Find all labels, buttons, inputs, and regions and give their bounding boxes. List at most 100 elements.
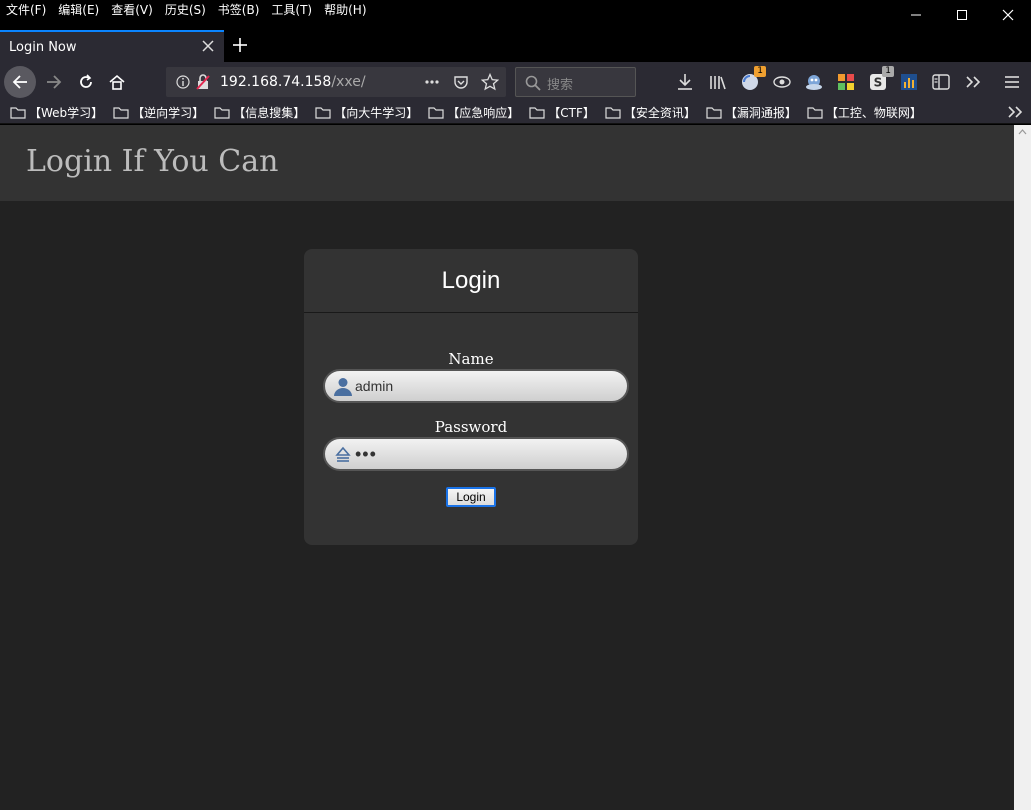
arrow-left-icon (12, 75, 27, 89)
login-title: Login (441, 266, 501, 294)
bookmarks-overflow-icon[interactable] (1007, 105, 1023, 119)
bookmark-folder[interactable]: 【应急响应】 (428, 104, 519, 121)
password-input[interactable]: ••• (323, 437, 629, 471)
close-icon (1002, 9, 1014, 21)
arrow-right-icon (47, 75, 62, 89)
bookmark-star-icon[interactable] (481, 73, 499, 91)
reload-icon (80, 74, 92, 88)
bookmark-folder[interactable]: 【Web学习】 (10, 104, 103, 121)
extension-eye-button[interactable] (770, 70, 794, 94)
maximize-button[interactable] (939, 0, 985, 30)
menu-tools[interactable]: 工具(T) (271, 3, 312, 17)
bookmark-label: 【应急响应】 (447, 106, 520, 120)
forward-button[interactable] (38, 66, 70, 98)
pocket-icon[interactable] (453, 74, 469, 90)
page-scrollbar[interactable] (1014, 125, 1031, 810)
search-placeholder: 搜索 (547, 78, 574, 93)
reload-button[interactable] (70, 66, 102, 98)
bookmark-folder[interactable]: 【工控、物联网】 (807, 104, 922, 121)
bookmark-label: 【Web学习】 (29, 106, 104, 120)
folder-icon (315, 107, 331, 119)
login-button[interactable]: Login (446, 487, 496, 507)
site-title: Login If You Can (26, 144, 279, 179)
library-button[interactable] (706, 70, 730, 94)
home-button[interactable] (101, 66, 133, 98)
menu-history[interactable]: 历史(S) (165, 3, 206, 17)
navigation-toolbar: 192.168.74.158/xxe/ 搜索 1 S 1 (0, 62, 1031, 102)
tab-title: Login Now (9, 39, 77, 55)
extension-puzzle-button[interactable] (834, 70, 858, 94)
bookmark-label: 【漏洞通报】 (724, 106, 797, 120)
menu-help[interactable]: 帮助(H) (324, 3, 366, 17)
extension-badge-one-button[interactable]: 1 (738, 66, 766, 94)
folder-icon (214, 107, 230, 119)
menu-file[interactable]: 文件(F) (6, 3, 46, 17)
scroll-up-icon[interactable] (1018, 129, 1027, 135)
bookmark-folder[interactable]: 【CTF】 (529, 104, 595, 121)
app-menu-button[interactable] (1000, 70, 1024, 94)
tab-close-icon[interactable] (200, 38, 216, 54)
menu-bar: 文件(F) 编辑(E) 查看(V) 历史(S) 书签(B) 工具(T) 帮助(H… (0, 0, 1031, 30)
menu-bookmarks[interactable]: 书签(B) (218, 3, 260, 17)
eject-lock-icon (335, 446, 351, 462)
page-actions-icon[interactable] (424, 79, 440, 85)
bookmark-label: 【CTF】 (548, 106, 595, 120)
folder-icon (10, 107, 26, 119)
svg-text:S: S (874, 76, 883, 90)
bar-chart-icon (901, 74, 917, 90)
folder-icon (807, 107, 823, 119)
back-button[interactable] (4, 66, 36, 98)
name-input[interactable]: admin (323, 369, 629, 403)
folder-icon (529, 107, 545, 119)
bookmark-label: 【逆向学习】 (132, 106, 205, 120)
bookmark-label: 【工控、物联网】 (825, 106, 922, 120)
downloads-button[interactable] (673, 70, 697, 94)
close-window-button[interactable] (985, 0, 1031, 30)
hamburger-icon (1005, 76, 1019, 88)
minimize-icon (911, 14, 921, 16)
folder-icon (605, 107, 621, 119)
chevron-double-right-icon (966, 76, 981, 88)
folder-icon (428, 107, 444, 119)
search-input[interactable]: 搜索 (515, 67, 636, 97)
page-content: Login If You Can Login Name admin Passwo… (0, 125, 1014, 810)
sidebar-toggle-button[interactable] (929, 70, 953, 94)
bookmark-folder[interactable]: 【信息搜集】 (214, 104, 305, 121)
badge-count: 1 (882, 66, 894, 77)
password-label: Password (434, 418, 508, 436)
minimize-button[interactable] (893, 0, 939, 30)
maximize-icon (957, 10, 967, 20)
site-header: Login If You Can (0, 125, 1014, 201)
badge-count: 1 (754, 66, 766, 77)
new-tab-icon[interactable] (230, 35, 250, 55)
extension-alien-button[interactable] (802, 70, 826, 94)
folder-icon (113, 107, 129, 119)
bookmark-folder[interactable]: 【向大牛学习】 (315, 104, 418, 121)
alien-icon (806, 75, 822, 90)
url-path: /xxe/ (331, 74, 366, 90)
tab-login-now[interactable]: Login Now (0, 30, 224, 62)
tab-bar: Login Now (0, 30, 1031, 62)
bookmark-folder[interactable]: 【漏洞通报】 (706, 104, 797, 121)
colorful-puzzle-icon (838, 74, 854, 90)
menu-view[interactable]: 查看(V) (111, 3, 153, 17)
info-icon[interactable] (176, 75, 190, 89)
url-bar[interactable]: 192.168.74.158/xxe/ (166, 67, 506, 97)
bookmark-label: 【向大牛学习】 (334, 106, 419, 120)
overflow-menu-button[interactable] (961, 70, 985, 94)
bookmark-label: 【信息搜集】 (233, 106, 306, 120)
user-icon (334, 378, 352, 396)
name-label: Name (448, 350, 494, 368)
eye-icon (773, 76, 791, 88)
bookmark-folder[interactable]: 【逆向学习】 (113, 104, 204, 121)
extension-chart-button[interactable] (897, 70, 921, 94)
download-icon (678, 74, 692, 90)
name-value: admin (355, 378, 394, 394)
menu-edit[interactable]: 编辑(E) (58, 3, 99, 17)
bookmark-folder[interactable]: 【安全资讯】 (605, 104, 696, 121)
password-value: ••• (355, 444, 377, 464)
bookmark-label: 【安全资讯】 (623, 106, 696, 120)
library-icon (710, 76, 726, 90)
insecure-lock-icon[interactable] (196, 74, 210, 90)
extension-s-button[interactable]: S 1 (866, 66, 894, 94)
